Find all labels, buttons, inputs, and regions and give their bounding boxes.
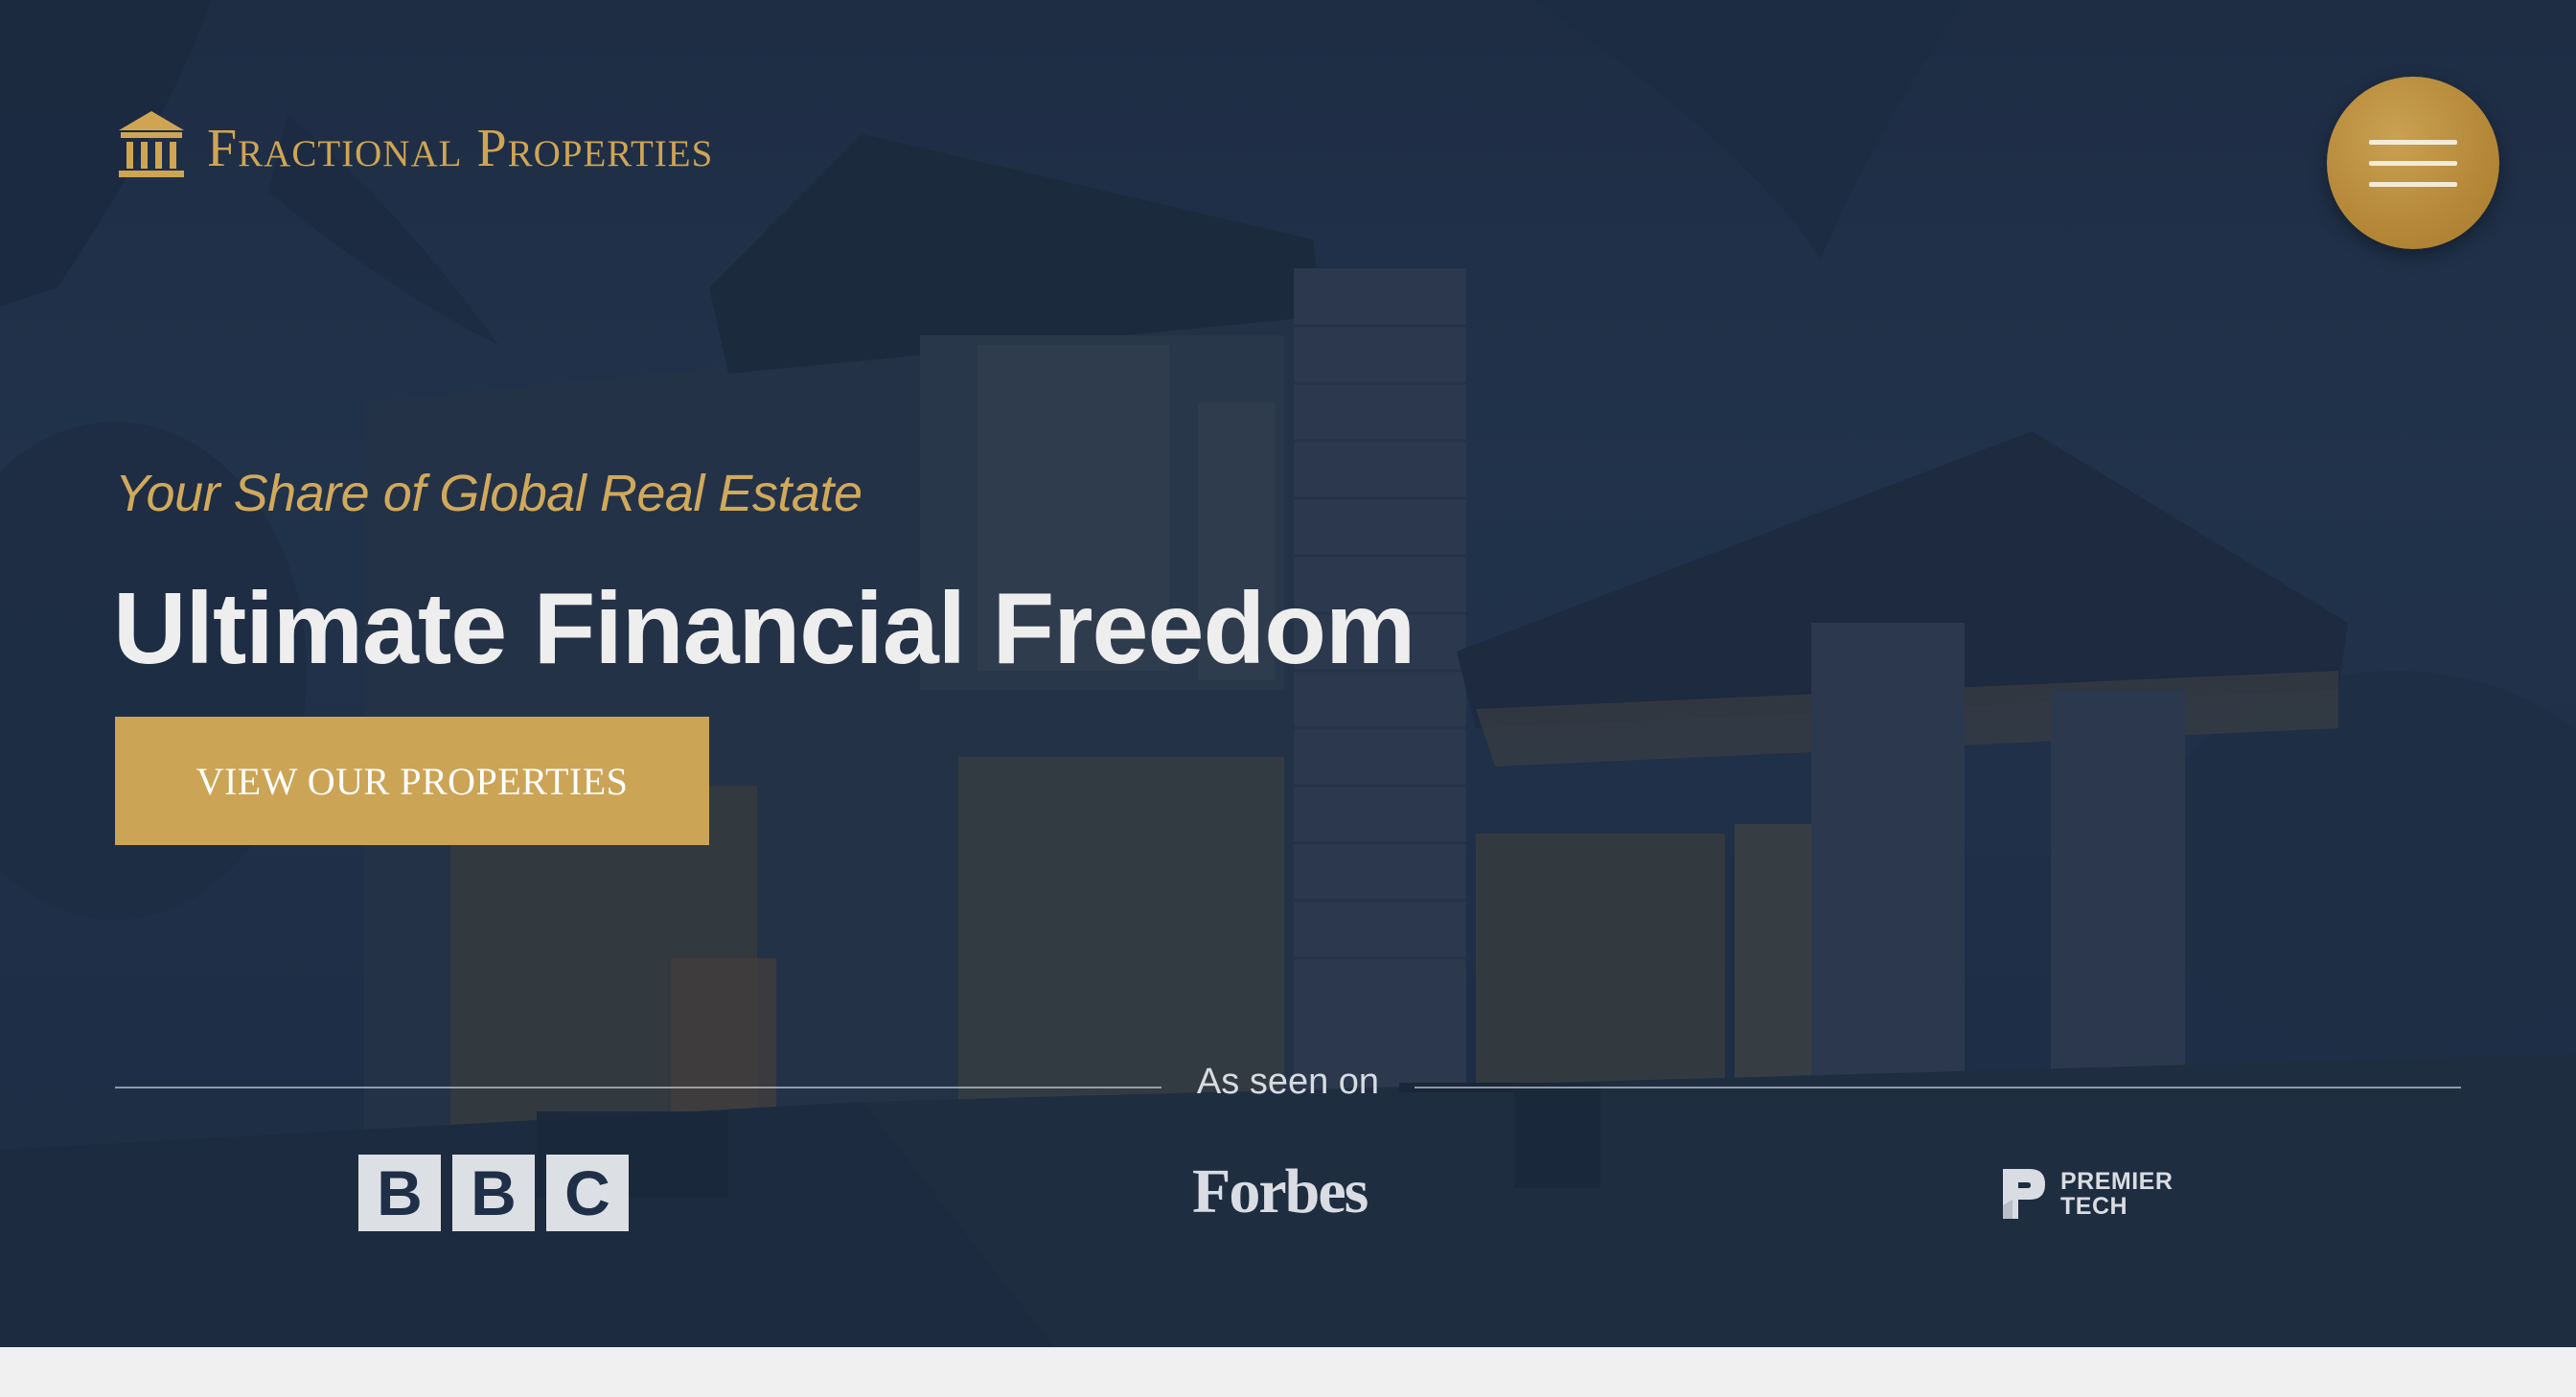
hero-tagline: Your Share of Global Real Estate bbox=[115, 465, 862, 522]
forbes-logo: Forbes bbox=[1192, 1156, 1368, 1228]
divider-line-right bbox=[1414, 1087, 2461, 1088]
columns-building-icon bbox=[119, 111, 184, 177]
hero-headline: Ultimate Financial Freedom bbox=[113, 572, 1415, 685]
as-seen-on-divider: As seen on bbox=[115, 1062, 2461, 1113]
hamburger-menu-icon-bar bbox=[2369, 160, 2457, 166]
bbc-logo: B B C bbox=[358, 1155, 629, 1231]
hamburger-menu-icon-bar bbox=[2369, 181, 2457, 187]
bbc-letter: B bbox=[358, 1155, 441, 1231]
forbes-wordmark: Forbes bbox=[1192, 1157, 1368, 1226]
premier-tech-line1: PREMIER bbox=[2060, 1167, 2174, 1195]
divider-line-left bbox=[115, 1087, 1162, 1088]
brand-name: Fractional Properties bbox=[207, 119, 714, 178]
below-hero-section bbox=[0, 1347, 2576, 1397]
bbc-letter: C bbox=[546, 1155, 629, 1231]
view-properties-button[interactable]: VIEW OUR PROPERTIES bbox=[115, 717, 709, 845]
brand-logo[interactable]: Fractional Properties bbox=[115, 109, 713, 182]
hamburger-menu-button[interactable] bbox=[2327, 77, 2499, 249]
bbc-letter: B bbox=[452, 1155, 535, 1231]
premier-tech-icon bbox=[2003, 1169, 2045, 1219]
hero-section: Fractional Properties Your Share of Glob… bbox=[0, 0, 2576, 1347]
premier-tech-wordmark: PREMIER TECH bbox=[2060, 1167, 2174, 1220]
premier-tech-line2: TECH bbox=[2060, 1193, 2128, 1220]
premier-tech-logo: PREMIER TECH bbox=[1999, 1167, 2173, 1221]
as-seen-on-label: As seen on bbox=[1196, 1062, 1380, 1102]
hamburger-menu-icon bbox=[2369, 139, 2457, 145]
